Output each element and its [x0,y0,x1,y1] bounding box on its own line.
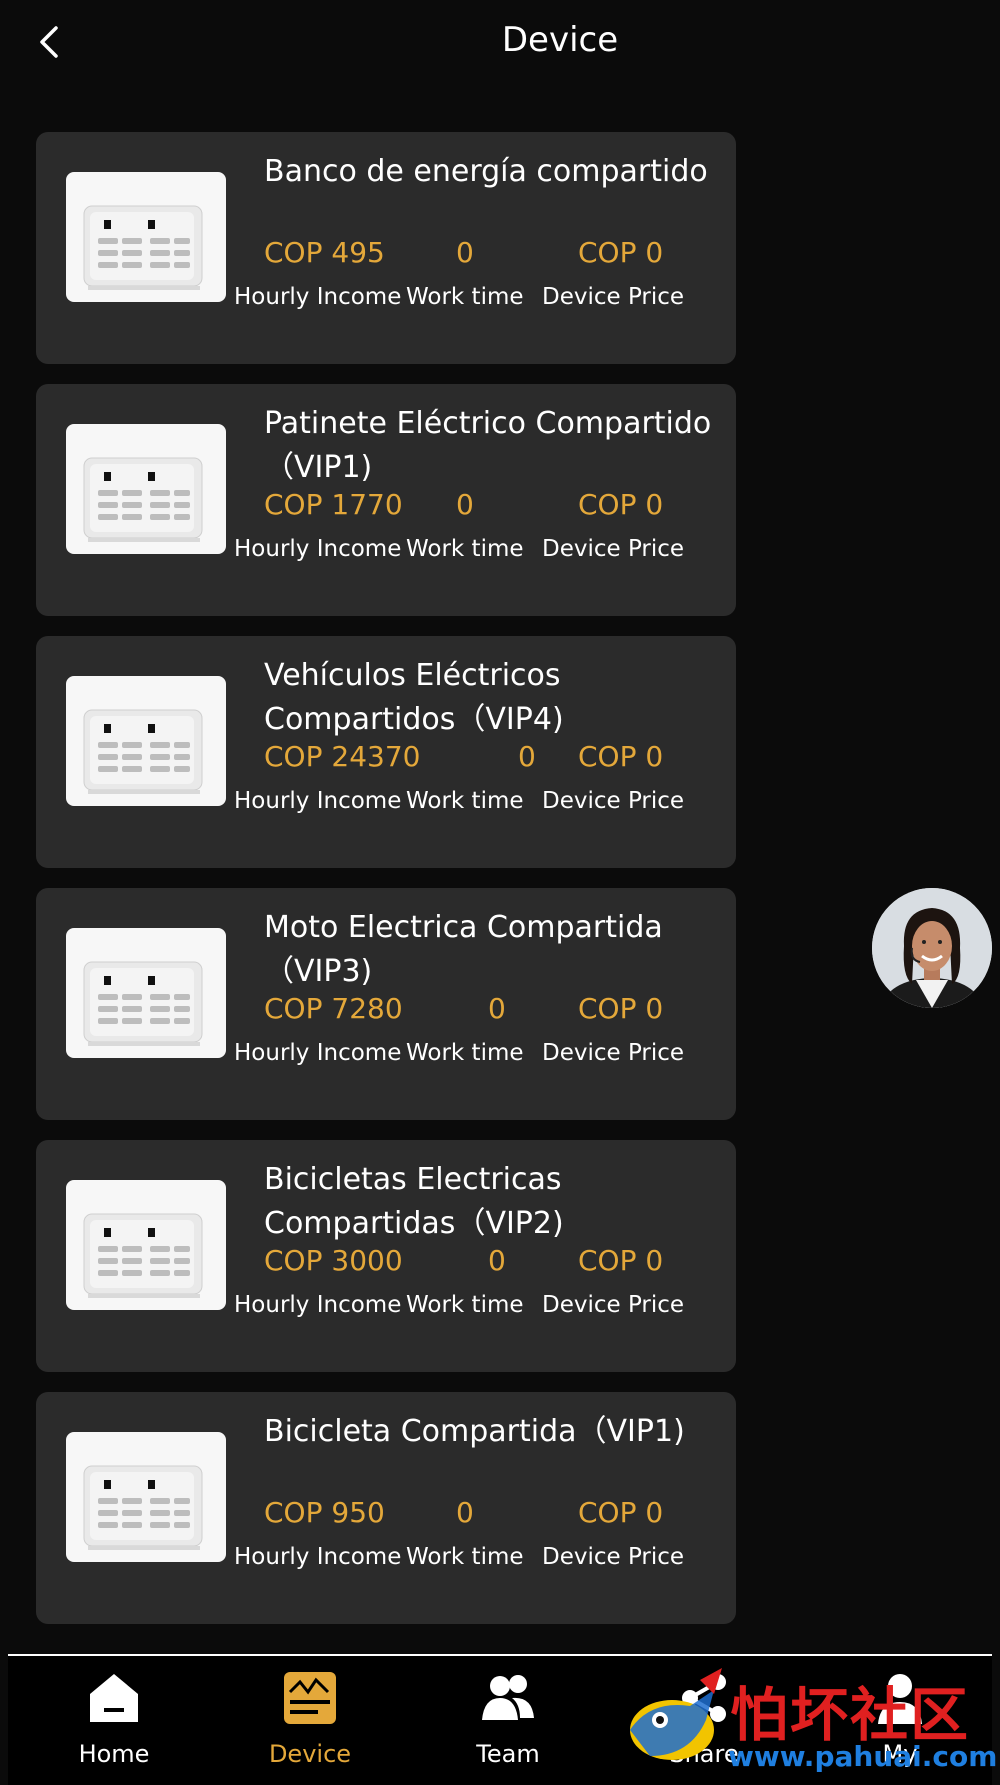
hourly-income-label: Hourly Income [234,1040,402,1066]
hourly-income-value: COP 1770 [264,488,403,521]
device-card[interactable]: Vehículos Eléctricos Compartidos（VIP4) C… [36,636,736,868]
hourly-income-label: Hourly Income [234,788,402,814]
hourly-income-value: COP 7280 [264,992,403,1025]
work-time-label: Work time [406,284,524,310]
device-icon [284,1672,336,1724]
watermark-url: www.pahuai.com [728,1740,998,1773]
device-price-label: Device Price [542,1544,685,1570]
device-price-label: Device Price [542,1040,685,1066]
device-price-label: Device Price [542,536,685,562]
fish-logo-icon [630,1668,722,1760]
device-name: Moto Electrica Compartida（VIP3) [264,910,663,989]
device-name: Banco de energía compartido [264,154,708,189]
device-price-value: COP 0 [578,1496,664,1529]
work-time-label: Work time [406,1292,524,1318]
device-name: Vehículos Eléctricos Compartidos（VIP4) [264,658,564,737]
watermark-logo: 怕坏社区 www.pahuai.com [610,1660,1000,1783]
hourly-income-label: Hourly Income [234,1544,402,1570]
work-time-value: 0 [518,740,536,773]
tab-team-label: Team [476,1740,540,1768]
device-price-label: Device Price [542,284,685,310]
work-time-value: 0 [488,1244,506,1277]
device-image [66,1432,226,1562]
tab-home-label: Home [78,1740,150,1768]
work-time-value: 0 [456,1496,474,1529]
work-time-label: Work time [406,536,524,562]
work-time-value: 0 [456,236,474,269]
tab-device[interactable]: Device [230,1668,390,1778]
hourly-income-value: COP 950 [264,1496,385,1529]
work-time-value: 0 [488,992,506,1025]
hourly-income-label: Hourly Income [234,536,402,562]
device-name: Bicicletas Electricas Compartidas（VIP2) [264,1162,564,1241]
device-price-label: Device Price [542,1292,685,1318]
customer-support-avatar[interactable] [872,888,992,1008]
device-card[interactable]: Banco de energía compartido COP 495 0 CO… [36,132,736,364]
hourly-income-label: Hourly Income [234,284,402,310]
tab-team[interactable]: Team [428,1668,588,1778]
hourly-income-label: Hourly Income [234,1292,402,1318]
work-time-label: Work time [406,1040,524,1066]
header: Device [8,0,992,90]
work-time-label: Work time [406,1544,524,1570]
hourly-income-value: COP 24370 [264,740,421,773]
team-icon [482,1675,534,1720]
device-price-value: COP 0 [578,992,664,1025]
device-card[interactable]: Patinete Eléctrico Compartido（VIP1) COP … [36,384,736,616]
device-price-value: COP 0 [578,740,664,773]
device-image [66,928,226,1058]
device-card[interactable]: Bicicletas Electricas Compartidas（VIP2) … [36,1140,736,1372]
hourly-income-value: COP 495 [264,236,385,269]
page-title: Device [501,20,619,60]
tab-device-label: Device [268,1740,352,1768]
device-price-value: COP 0 [578,236,664,269]
app-frame: Device Banco de energía compartido COP 4… [8,0,992,1783]
device-image [66,172,226,302]
work-time-value: 0 [456,488,474,521]
device-price-value: COP 0 [578,488,664,521]
hourly-income-value: COP 3000 [264,1244,403,1277]
device-card[interactable]: Bicicleta Compartida（VIP1) COP 950 0 COP… [36,1392,736,1624]
device-image [66,676,226,806]
device-price-value: COP 0 [578,1244,664,1277]
device-name: Bicicleta Compartida（VIP1) [264,1414,685,1449]
work-time-label: Work time [406,788,524,814]
device-image [66,424,226,554]
home-icon [90,1674,138,1722]
device-image [66,1180,226,1310]
device-price-label: Device Price [542,788,685,814]
tab-home[interactable]: Home [34,1668,194,1778]
device-name: Patinete Eléctrico Compartido（VIP1) [264,406,712,485]
device-card[interactable]: Moto Electrica Compartida（VIP3) COP 7280… [36,888,736,1120]
